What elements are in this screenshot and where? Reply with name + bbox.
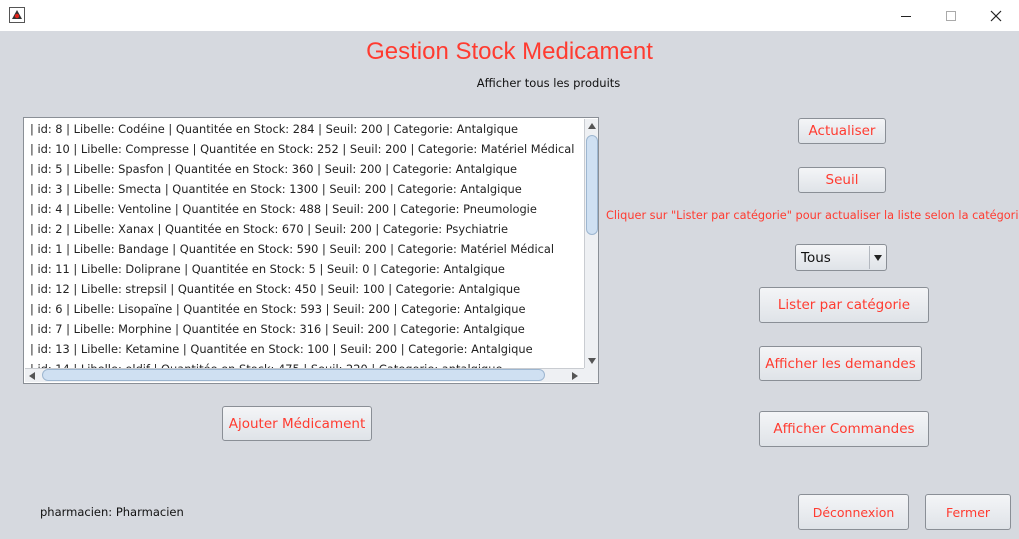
horizontal-scrollbar[interactable] (25, 368, 584, 382)
page-subtitle: Afficher tous les produits (476, 76, 621, 90)
list-item[interactable]: | id: 6 | Libelle: Lisopaïne | Quantitée… (25, 299, 583, 319)
category-select[interactable]: Tous (795, 244, 887, 271)
product-list-content: | id: 8 | Libelle: Codéine | Quantitée e… (25, 119, 583, 368)
current-user-label: pharmacien: Pharmacien (40, 505, 184, 519)
scroll-down-icon[interactable] (585, 354, 599, 368)
list-item[interactable]: | id: 3 | Libelle: Smecta | Quantitée en… (25, 179, 583, 199)
category-select-value: Tous (801, 250, 831, 266)
list-item[interactable]: | id: 7 | Libelle: Morphine | Quantitée … (25, 319, 583, 339)
maximize-icon[interactable] (928, 0, 974, 31)
seuil-button[interactable]: Seuil (798, 167, 886, 193)
deconnexion-button[interactable]: Déconnexion (798, 494, 909, 530)
scrollbar-corner (584, 368, 598, 382)
list-item[interactable]: | id: 11 | Libelle: Doliprane | Quantité… (25, 259, 583, 279)
list-item[interactable]: | id: 14 | Libelle: oldif | Quantitée en… (25, 359, 583, 368)
chevron-down-icon (869, 246, 885, 269)
product-list[interactable]: | id: 8 | Libelle: Codéine | Quantitée e… (23, 117, 599, 384)
list-item[interactable]: | id: 10 | Libelle: Compresse | Quantité… (25, 139, 583, 159)
list-item[interactable]: | id: 5 | Libelle: Spasfon | Quantitée e… (25, 159, 583, 179)
category-hint: Cliquer sur "Lister par catégorie" pour … (606, 209, 1019, 222)
scroll-right-icon[interactable] (568, 369, 582, 383)
list-item[interactable]: | id: 13 | Libelle: Ketamine | Quantitée… (25, 339, 583, 359)
list-item[interactable]: | id: 2 | Libelle: Xanax | Quantitée en … (25, 219, 583, 239)
horizontal-scroll-thumb[interactable] (42, 369, 545, 381)
minimize-icon[interactable] (883, 0, 929, 31)
page-title: Gestion Stock Medicament (366, 38, 653, 65)
afficher-commandes-button[interactable]: Afficher Commandes (759, 411, 929, 447)
afficher-demandes-button[interactable]: Afficher les demandes (759, 346, 922, 381)
ajouter-medicament-button[interactable]: Ajouter Médicament (222, 406, 372, 441)
java-duke-icon (9, 7, 25, 23)
close-icon[interactable] (973, 0, 1019, 31)
list-item[interactable]: | id: 12 | Libelle: strepsil | Quantitée… (25, 279, 583, 299)
actualiser-button[interactable]: Actualiser (798, 118, 886, 144)
vertical-scroll-thumb[interactable] (586, 135, 598, 235)
vertical-scrollbar[interactable] (584, 119, 598, 368)
fermer-button[interactable]: Fermer (925, 494, 1011, 530)
list-item[interactable]: | id: 8 | Libelle: Codéine | Quantitée e… (25, 119, 583, 139)
lister-par-categorie-button[interactable]: Lister par catégorie (759, 287, 929, 323)
window-titlebar (0, 0, 1019, 31)
list-item[interactable]: | id: 4 | Libelle: Ventoline | Quantitée… (25, 199, 583, 219)
scroll-left-icon[interactable] (25, 369, 39, 383)
scroll-up-icon[interactable] (585, 119, 599, 133)
list-item[interactable]: | id: 1 | Libelle: Bandage | Quantitée e… (25, 239, 583, 259)
